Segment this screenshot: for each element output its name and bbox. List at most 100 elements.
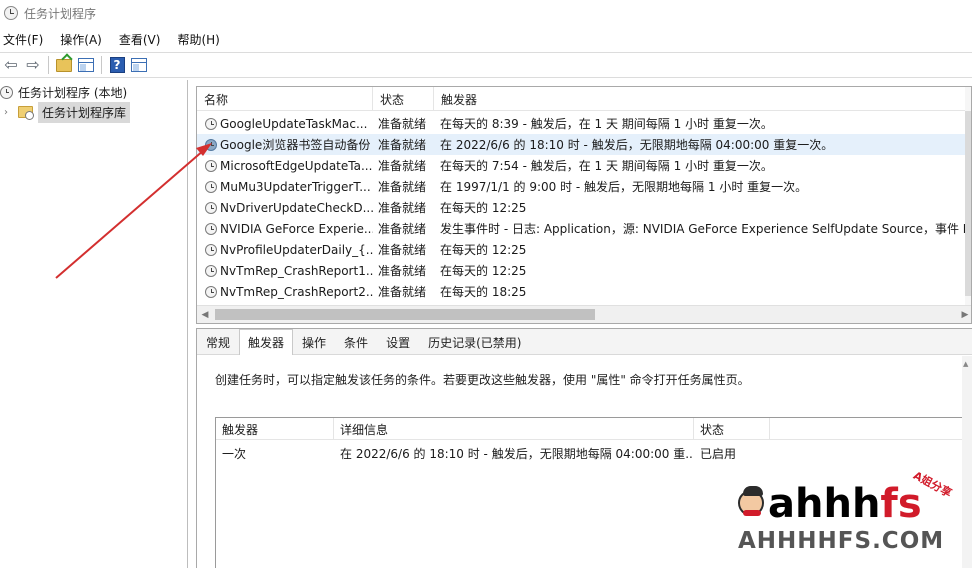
task-status: 准备就绪: [378, 243, 427, 257]
tab-4[interactable]: 设置: [377, 330, 419, 354]
menu-help[interactable]: 帮助(H): [174, 31, 227, 48]
task-name-cell: NvDriverUpdateCheckD...: [197, 197, 373, 218]
toolbar-separator: [48, 56, 49, 74]
task-row[interactable]: GoogleUpdateTaskMac... 准备就绪 在每天的 8:39 - 触发…: [197, 113, 967, 134]
column-header-trigger[interactable]: 触发器: [216, 418, 334, 440]
task-clock-icon: [205, 138, 217, 151]
column-header-trigger[interactable]: 触发器: [434, 87, 971, 111]
task-row[interactable]: NvTmRep_CrashReport1... 准备就绪 在每天的 12:25: [197, 260, 967, 281]
task-name: NvProfileUpdaterDaily_{...: [220, 242, 373, 257]
help-button[interactable]: ?: [107, 55, 127, 75]
action-pane-icon: [131, 58, 147, 72]
task-trigger: 在 2022/6/6 的 18:10 时 - 触发后，无限期地每隔 04:00:…: [440, 138, 834, 152]
arrow-right-icon: ⇨: [26, 55, 40, 74]
task-trigger: 在每天的 12:25: [440, 201, 527, 215]
task-row[interactable]: MicrosoftEdgeUpdateTa... 准备就绪 在每天的 7:54 - …: [197, 155, 967, 176]
scroll-thumb[interactable]: [965, 111, 971, 296]
task-status: 准备就绪: [378, 117, 427, 131]
task-trigger: 在每天的 12:25: [440, 243, 527, 257]
column-header-name[interactable]: 名称: [197, 87, 373, 111]
task-clock-icon: [205, 159, 217, 172]
window-title: 任务计划程序: [24, 6, 97, 21]
toolbar-separator: [101, 56, 102, 74]
column-header-status[interactable]: 状态: [694, 418, 770, 440]
task-list-horizontal-scrollbar[interactable]: ◀ ▶: [197, 305, 971, 323]
back-button[interactable]: ⇦: [1, 55, 21, 75]
task-clock-icon: [205, 264, 217, 277]
task-scheduler-icon: [4, 6, 18, 20]
task-trigger: 在每天的 7:54 - 触发后，在 1 天 期间每隔 1 小时 重复一次。: [440, 159, 773, 173]
arrow-left-icon: ⇦: [4, 55, 18, 74]
tree-item-label: 任务计划程序 (本地): [18, 85, 128, 100]
task-list-vertical-scrollbar[interactable]: [965, 87, 971, 305]
trigger-description: 创建任务时，可以指定触发该任务的条件。若要更改这些触发器，使用 "属性" 命令打…: [215, 373, 750, 387]
help-icon: ?: [109, 57, 125, 73]
task-trigger: 发生事件时 - 日志: Application，源: NVIDIA GeForc…: [440, 222, 967, 236]
task-row[interactable]: NvProfileUpdaterDaily_{... 准备就绪 在每天的 12:25: [197, 239, 967, 260]
task-trigger: 在 1997/1/1 的 9:00 时 - 触发后，无限期地每隔 1 小时 重复…: [440, 180, 808, 194]
task-name-cell: NvTmRep_CrashReport2...: [197, 281, 373, 302]
show-action-pane-button[interactable]: [129, 55, 149, 75]
tab-0[interactable]: 常规: [197, 330, 239, 354]
task-clock-icon: [205, 222, 217, 235]
trigger-status: 已启用: [700, 446, 737, 461]
task-name-cell: GoogleUpdateTaskMac...: [197, 113, 373, 134]
task-row[interactable]: NvTmRep_CrashReport2... 准备就绪 在每天的 18:25: [197, 281, 967, 302]
scroll-left-icon[interactable]: ◀: [197, 306, 213, 323]
trigger-table-header: 触发器 详细信息 状态: [216, 418, 972, 440]
task-name: Google浏览器书签自动备份: [220, 138, 371, 152]
task-name: GoogleUpdateTaskMac...: [220, 116, 368, 131]
task-name-cell: NVIDIA GeForce Experie...: [197, 218, 373, 239]
task-name-cell: NvTmRep_CrashReport1...: [197, 260, 373, 281]
forward-button[interactable]: ⇨: [23, 55, 43, 75]
show-hide-tree-button[interactable]: [76, 55, 96, 75]
console-tree-icon: [78, 58, 94, 72]
task-clock-icon: [205, 285, 217, 298]
task-row[interactable]: MuMu3UpdaterTriggerT... 准备就绪在 1997/1/1 的 …: [197, 176, 967, 197]
watermark: ahhhfs A姐分享 AHHHHFS.COM: [738, 469, 968, 566]
task-name: NvDriverUpdateCheckD...: [220, 200, 373, 215]
tab-3[interactable]: 条件: [335, 330, 377, 354]
title-bar: 任务计划程序: [0, 0, 972, 26]
task-status: 准备就绪: [378, 264, 427, 278]
menu-view[interactable]: 查看(V): [116, 31, 169, 48]
task-row[interactable]: NvDriverUpdateCheckD... 准备就绪 在每天的 12:25: [197, 197, 967, 218]
tab-1[interactable]: 触发器: [239, 329, 294, 355]
expand-chevron-icon[interactable]: ›: [4, 107, 14, 118]
menu-file[interactable]: 文件(F): [0, 31, 51, 48]
tree-item-library[interactable]: › 任务计划程序库: [0, 101, 131, 123]
scroll-right-icon[interactable]: ▶: [957, 306, 971, 323]
tree-item-root[interactable]: 任务计划程序 (本地): [0, 82, 127, 102]
task-name: NvTmRep_CrashReport1...: [220, 263, 373, 278]
task-clock-icon: [205, 180, 217, 193]
task-name: MicrosoftEdgeUpdateTa...: [220, 158, 373, 173]
up-folder-button[interactable]: [54, 55, 74, 75]
folder-icon: [18, 106, 34, 120]
tab-2[interactable]: 操作: [293, 330, 335, 354]
detail-tabs: 常规 触发器 操作 条件 设置 历史记录(已禁用): [197, 329, 972, 355]
task-name: NvTmRep_CrashReport2...: [220, 284, 373, 299]
task-status: 准备就绪: [378, 201, 427, 215]
trigger-type: 一次: [222, 446, 247, 461]
task-trigger: 在每天的 8:39 - 触发后，在 1 天 期间每隔 1 小时 重复一次。: [440, 117, 773, 131]
task-list-header: 名称 状态 触发器: [197, 87, 971, 111]
scroll-thumb[interactable]: [215, 309, 595, 320]
task-status: 准备就绪: [378, 159, 427, 173]
task-name-cell: MicrosoftEdgeUpdateTa...: [197, 155, 373, 176]
trigger-row[interactable]: 一次 在 2022/6/6 的 18:10 时 - 触发后，无限期地每隔 04:…: [216, 442, 972, 464]
task-row[interactable]: Google浏览器书签自动备份 准备就绪在 2022/6/6 的 18:10 时 …: [197, 134, 967, 155]
task-name-cell: NvProfileUpdaterDaily_{...: [197, 239, 373, 260]
column-header-empty: [770, 418, 972, 440]
tree-item-label: 任务计划程序库: [38, 101, 131, 123]
column-header-status[interactable]: 状态: [373, 87, 434, 111]
task-row[interactable]: NVIDIA GeForce Experie... 准备就绪 发生事件时 - 日志:…: [197, 218, 967, 239]
folder-up-icon: [56, 58, 72, 72]
tab-5[interactable]: 历史记录(已禁用): [419, 330, 530, 354]
menu-action[interactable]: 操作(A): [57, 31, 110, 48]
task-status: 准备就绪: [378, 180, 427, 194]
task-clock-icon: [205, 201, 217, 214]
menu-bar: 文件(F) 操作(A) 查看(V) 帮助(H): [0, 28, 972, 50]
column-header-details[interactable]: 详细信息: [334, 418, 694, 440]
task-clock-icon: [205, 117, 217, 130]
task-name-cell: Google浏览器书签自动备份: [197, 134, 373, 155]
